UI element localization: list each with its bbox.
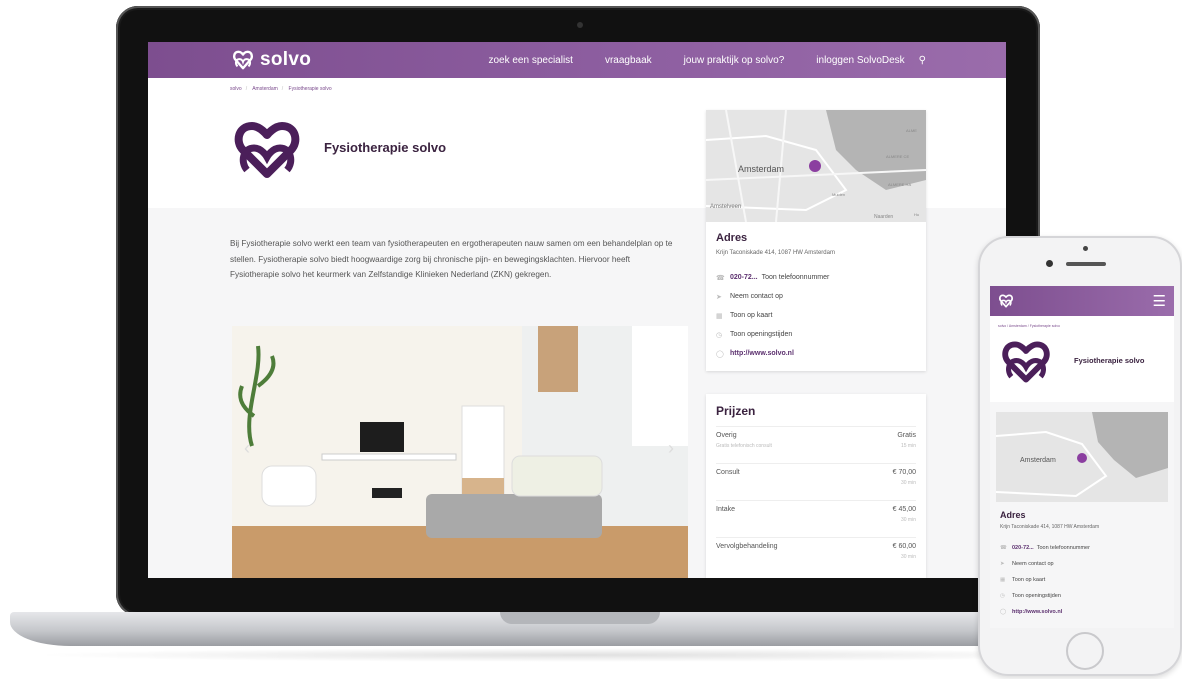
nav-login-solvodesk[interactable]: inloggen SolvoDesk [816, 55, 904, 66]
practice-intro: Bij Fysiotherapie solvo werkt een team v… [230, 239, 673, 279]
address-heading: Adres [1000, 510, 1026, 520]
phone-speaker [1066, 262, 1106, 266]
main-nav: zoek een specialist vraagbaak jouw prakt… [456, 55, 926, 66]
clock-icon: ◷ [716, 331, 723, 339]
mobile-navbar: ☰ [990, 286, 1174, 316]
nav-your-practice[interactable]: jouw praktijk op solvo? [684, 55, 785, 66]
map-icon: ▦ [716, 312, 723, 320]
contact-link[interactable]: Neem contact op [730, 293, 783, 300]
laptop-camera [577, 22, 583, 28]
practice-logo-icon [234, 122, 300, 178]
svg-text:Amstelveen: Amstelveen [710, 204, 741, 210]
svg-text:Muiden: Muiden [832, 192, 845, 197]
breadcrumb-item[interactable]: Amsterdam [1009, 324, 1027, 328]
nav-vraagbaak[interactable]: vraagbaak [605, 55, 652, 66]
phone-number: 020-72... [730, 274, 758, 281]
map[interactable]: Amsterdam Amstelveen ALME ALMERE CE ALME… [706, 110, 926, 222]
brand-name: solvo [260, 49, 312, 70]
breadcrumb-item[interactable]: solvo [230, 86, 242, 92]
svg-text:Naarden: Naarden [874, 214, 893, 220]
phone-home-button[interactable] [1066, 632, 1104, 670]
mobile-breadcrumb: solvo / Amsterdam / Fysiotherapie solvo [998, 324, 1060, 328]
phone-number: 020-72... [1012, 545, 1034, 551]
practice-photo: ‹ › [232, 326, 688, 578]
send-icon: ➤ [1000, 561, 1005, 567]
phone-screen: ☰ solvo / Amsterdam / Fysiotherapie solv… [990, 286, 1174, 628]
map-row[interactable]: ▦ Toon op kaart [1000, 572, 1164, 588]
price-row: Overig Gratis telefonisch consult Gratis… [716, 426, 916, 463]
globe-icon: ◯ [1000, 609, 1007, 615]
map-link[interactable]: Toon op kaart [730, 312, 772, 319]
heart-logo-icon[interactable] [998, 294, 1014, 308]
prices-heading: Prijzen [716, 404, 756, 418]
address-street: Krijn Taconiskade 414, 1087 HW Amsterdam [1000, 524, 1100, 530]
hours-link[interactable]: Toon openingstijden [1012, 593, 1061, 599]
breadcrumb-item[interactable]: solvo [998, 324, 1006, 328]
treatment-room-image: ‹ › [232, 326, 688, 578]
svg-text:Amsterdam: Amsterdam [738, 164, 784, 174]
map-row[interactable]: ▦ Toon op kaart [716, 306, 916, 325]
practice-title: Fysiotherapie solvo [324, 140, 447, 155]
show-phone-link[interactable]: Toon telefoonnummer [1037, 545, 1090, 551]
hours-row[interactable]: ◷ Toon openingstijden [716, 325, 916, 344]
address-heading: Adres [716, 232, 748, 244]
phone-front-camera [1046, 260, 1053, 267]
heart-logo-icon [233, 50, 253, 70]
contact-row[interactable]: ➤ Neem contact op [1000, 556, 1164, 572]
price-row: Vervolgbehandeling € 60,00 30 min [716, 537, 916, 574]
phone-icon: ☎ [716, 274, 725, 282]
search-icon[interactable]: ⚲ [919, 55, 926, 66]
brand-logo[interactable]: solvo [232, 49, 311, 71]
website-row[interactable]: ◯ http://www.solvo.nl [716, 344, 916, 363]
device-mockup-stage: solvo zoek een specialist vraagbaak jouw… [0, 0, 1182, 679]
map[interactable]: Amsterdam [996, 412, 1168, 502]
show-phone-link[interactable]: Toon telefoonnummer [762, 274, 830, 281]
contact-link[interactable]: Neem contact op [1012, 561, 1054, 567]
svg-text:Hu: Hu [914, 212, 919, 217]
website-row[interactable]: ◯ http://www.solvo.nl [1000, 604, 1164, 620]
practice-logo-icon [1002, 341, 1050, 383]
prices-card: Prijzen Overig Gratis telefonisch consul… [706, 394, 926, 578]
hours-link[interactable]: Toon openingstijden [730, 331, 792, 338]
laptop-screen: solvo zoek een specialist vraagbaak jouw… [148, 42, 1006, 578]
website-link[interactable]: http://www.solvo.nl [1012, 609, 1062, 615]
breadcrumb-item: Fysiotherapie solvo [1029, 324, 1060, 328]
phone-row[interactable]: ☎ 020-72... Toon telefoonnummer [716, 268, 916, 287]
mobile-practice-header: Fysiotherapie solvo [990, 336, 1174, 402]
menu-icon[interactable]: ☰ [1153, 294, 1166, 309]
phone-sensor [1083, 246, 1088, 251]
price-row: Consult € 70,00 30 min [716, 463, 916, 500]
price-row: Intake € 45,00 30 min [716, 500, 916, 537]
mobile-content: Amsterdam Adres Krijn Taconiskade 414, 1… [990, 402, 1174, 628]
laptop-shadow [30, 648, 1130, 662]
svg-text:ALMERE HA: ALMERE HA [888, 182, 911, 187]
website-link[interactable]: http://www.solvo.nl [730, 350, 794, 357]
laptop-notch [500, 612, 660, 624]
send-icon: ➤ [716, 293, 722, 301]
svg-text:ALME: ALME [906, 128, 917, 133]
breadcrumb-item: Fysiotherapie solvo [288, 86, 332, 92]
hours-row[interactable]: ◷ Toon openingstijden [1000, 588, 1164, 604]
breadcrumb: solvo / Amsterdam / Fysiotherapie solvo [230, 86, 332, 92]
chevron-left-icon: ‹ [244, 438, 250, 458]
practice-header: Fysiotherapie solvo [148, 98, 708, 208]
address-street: Krijn Taconiskade 414, 1087 HW Amsterdam [716, 250, 835, 256]
chevron-right-icon: › [668, 438, 674, 458]
globe-icon: ◯ [716, 350, 724, 358]
clock-icon: ◷ [1000, 593, 1005, 599]
breadcrumb-item[interactable]: Amsterdam [252, 86, 278, 92]
map-icon: ▦ [1000, 577, 1006, 583]
phone-icon: ☎ [1000, 545, 1007, 551]
site-navbar: solvo zoek een specialist vraagbaak jouw… [148, 42, 1006, 78]
phone-row[interactable]: ☎ 020-72... Toon telefoonnummer [1000, 540, 1164, 556]
contact-row[interactable]: ➤ Neem contact op [716, 287, 916, 306]
practice-title: Fysiotherapie solvo [1074, 356, 1145, 365]
map-link[interactable]: Toon op kaart [1012, 577, 1045, 583]
address-card: Amsterdam Amstelveen ALME ALMERE CE ALME… [706, 110, 926, 371]
svg-text:Amsterdam: Amsterdam [1020, 457, 1056, 464]
svg-text:ALMERE CE: ALMERE CE [886, 154, 909, 159]
nav-find-specialist[interactable]: zoek een specialist [488, 55, 573, 66]
